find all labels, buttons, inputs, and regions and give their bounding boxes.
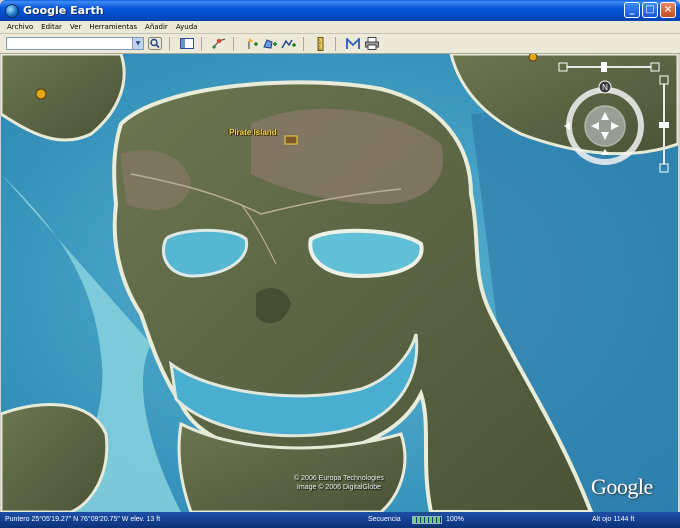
place-label[interactable]: Pirate Island: [229, 128, 277, 137]
toolbar: ▼: [0, 34, 680, 54]
menu-anadir[interactable]: Añadir: [141, 23, 172, 31]
streaming-progress-bar: [412, 516, 442, 524]
streaming-progress-fill: [413, 517, 441, 523]
maximize-button[interactable]: □: [642, 2, 658, 18]
toolbar-separator: [169, 36, 170, 51]
pointer-coordinates: Puntero 25°05'19.27" N 76°09'20.75" W el…: [5, 516, 161, 523]
toolbar-separator: [303, 36, 304, 51]
tour-icon: [212, 38, 226, 49]
polygon-icon: [263, 39, 277, 49]
svg-text:N: N: [602, 83, 608, 92]
ruler-button[interactable]: [313, 36, 329, 51]
copyright-line-2: Image © 2006 DigitalGlobe: [296, 484, 382, 491]
add-placemark-button[interactable]: [243, 36, 259, 51]
close-button[interactable]: ×: [660, 2, 676, 18]
add-polygon-button[interactable]: [262, 36, 278, 51]
title-bar: Google Earth _ □ ×: [0, 0, 680, 21]
google-logo: Google: [591, 474, 653, 499]
menu-ayuda[interactable]: Ayuda: [172, 23, 202, 31]
ruler-icon: [317, 36, 324, 51]
toolbar-separator: [335, 36, 336, 51]
status-bar: Puntero 25°05'19.27" N 76°09'20.75" W el…: [0, 512, 680, 528]
add-path-button[interactable]: [281, 36, 297, 51]
email-button[interactable]: [345, 36, 361, 51]
menu-ver[interactable]: Ver: [66, 23, 85, 31]
search-icon: [148, 37, 162, 50]
menu-editar[interactable]: Editar: [37, 23, 66, 31]
print-button[interactable]: [364, 36, 380, 51]
placemark-icon[interactable]: [528, 54, 538, 62]
menu-bar: Archivo Editar Ver Herramientas Añadir A…: [0, 21, 680, 34]
sidebar-icon: [180, 38, 194, 49]
tour-button[interactable]: [211, 36, 227, 51]
chevron-down-icon[interactable]: ▼: [132, 38, 143, 49]
app-globe-icon: [5, 3, 19, 18]
streaming-percent: 100%: [446, 516, 464, 523]
menu-archivo[interactable]: Archivo: [3, 23, 37, 31]
placemark-icon: [248, 38, 258, 49]
streaming-label: Secuencia: [368, 516, 401, 523]
window-controls: _ □ ×: [624, 2, 676, 18]
satellite-imagery[interactable]: N: [1, 54, 678, 512]
toolbar-separator: [201, 36, 202, 51]
sidebar-toggle-button[interactable]: [179, 36, 195, 51]
menu-herramientas[interactable]: Herramientas: [85, 23, 141, 31]
toolbar-separator: [233, 36, 234, 51]
path-icon: [281, 39, 296, 49]
copyright-line-1: © 2006 Europa Technologies: [294, 475, 384, 482]
window-title: Google Earth: [23, 4, 104, 17]
search-input[interactable]: ▼: [6, 37, 144, 50]
print-icon: [365, 37, 379, 50]
pirate-island-marker-icon[interactable]: [284, 135, 298, 145]
search-button[interactable]: [147, 36, 163, 51]
placemark-icon[interactable]: [35, 88, 47, 100]
email-icon: [346, 37, 360, 49]
imagery-copyright: © 2006 Europa Technologies Image © 2006 …: [269, 474, 409, 492]
map-view[interactable]: N Pirate Island © 2006 Europa Technologi…: [1, 54, 678, 512]
minimize-button[interactable]: _: [624, 2, 640, 18]
eye-altitude: Alt ojo 1144 ft: [592, 516, 635, 523]
